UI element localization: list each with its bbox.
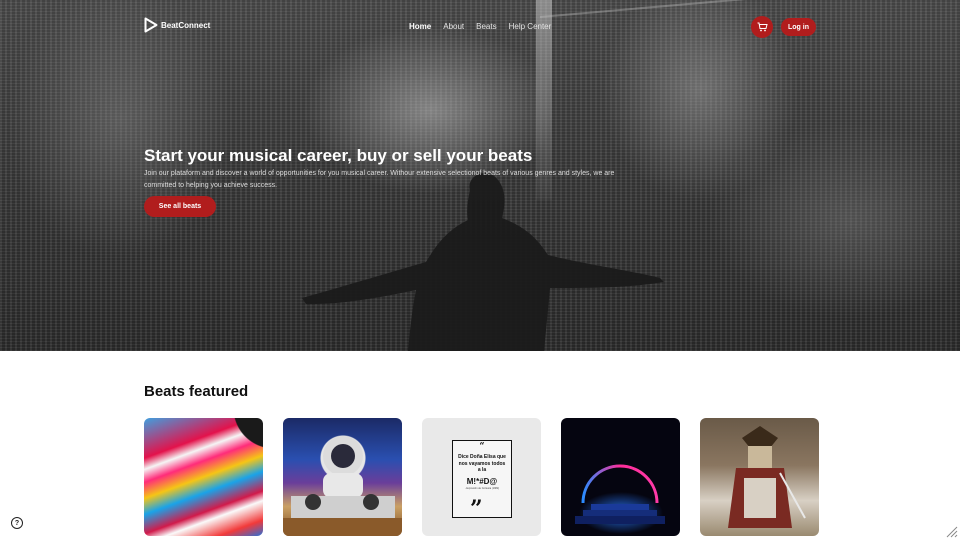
hero-title-start: Start your musical career,	[144, 146, 357, 165]
nav-link-help-center[interactable]: Help Center	[509, 22, 552, 31]
beat-card-quote-poster[interactable]: “ Dice Doña Elisa que nos vayamos todos …	[422, 418, 541, 536]
featured-section-title: Beats featured	[144, 383, 248, 400]
nav-links: Home About Beats Help Center	[409, 22, 551, 31]
nav-link-home[interactable]: Home	[409, 22, 431, 31]
hero-title-bold: buy or sell your beats	[356, 146, 533, 165]
help-circle-icon[interactable]: ?	[11, 517, 23, 529]
featured-title-start: Beats	[144, 383, 190, 400]
quote-attribution: - Expresión de Cortesía (1982)	[464, 486, 500, 490]
beat-card-astronaut-dj[interactable]	[283, 418, 402, 536]
nav-link-beats[interactable]: Beats	[476, 22, 496, 31]
quote-text: Dice Doña Elisa que nos vayamos todos a …	[458, 454, 506, 473]
astronaut-dj-art	[283, 436, 402, 536]
cart-button[interactable]	[751, 16, 773, 38]
close-quote-icon: ”	[470, 496, 483, 522]
brand-name: BeatConnect	[161, 20, 211, 30]
samurai-art	[728, 426, 806, 528]
beat-card-neon-arch[interactable]	[561, 418, 680, 536]
hero-description: Join our plataform and discover a world …	[144, 170, 615, 189]
brand-logo[interactable]: BeatConnect	[144, 17, 210, 33]
hero-title: Start your musical career, buy or sell y…	[144, 146, 532, 166]
nav-link-about[interactable]: About	[443, 22, 464, 31]
beat-card-samurai[interactable]	[700, 418, 819, 536]
see-all-beats-button[interactable]: See all beats	[144, 196, 216, 217]
login-button[interactable]: Log in	[781, 18, 816, 36]
open-quote-icon: “	[479, 442, 485, 452]
neon-arch-art	[575, 464, 665, 524]
featured-beats-list: “ Dice Doña Elisa que nos vayamos todos …	[144, 418, 819, 536]
quote-big: M!*#D@	[466, 476, 498, 486]
top-nav: BeatConnect Home About Beats Help Center…	[0, 0, 960, 54]
play-logo-icon	[144, 17, 158, 33]
resize-grip-icon[interactable]	[944, 524, 958, 538]
featured-title-bold: featured	[189, 383, 249, 400]
beat-card-abstract-paint[interactable]	[144, 418, 263, 536]
cart-icon	[757, 22, 768, 32]
hero-performer-silhouette	[302, 173, 664, 351]
